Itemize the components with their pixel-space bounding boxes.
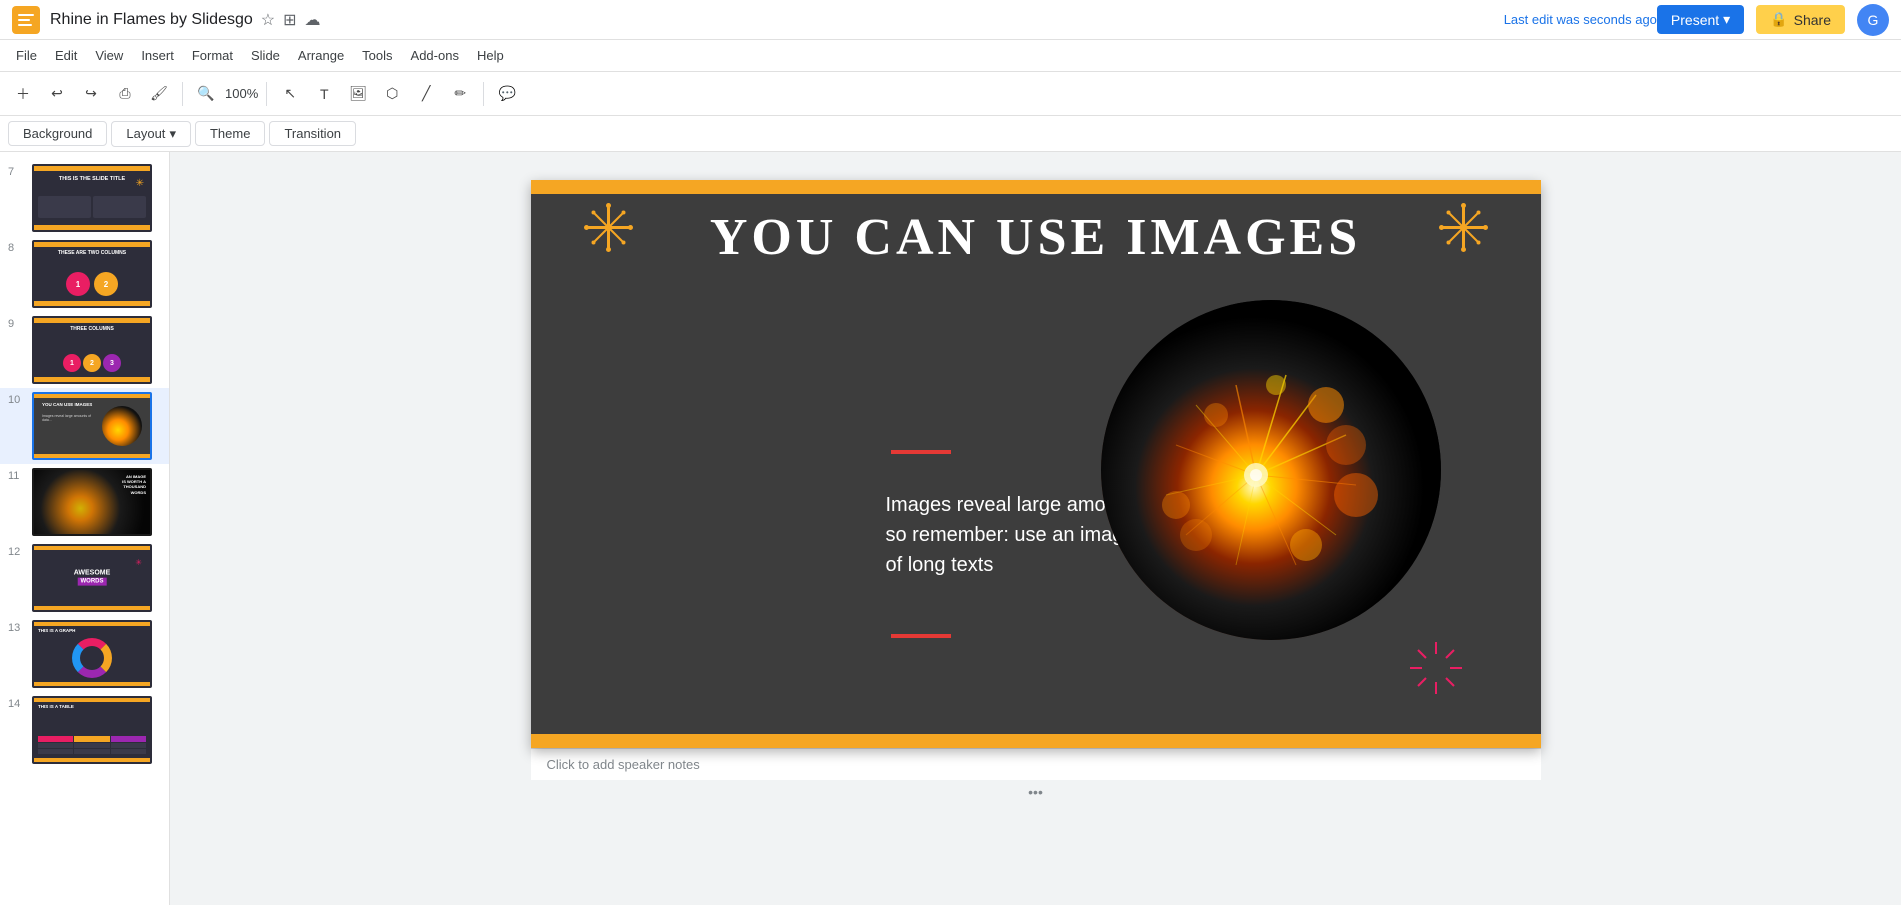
slide-thumb-8: THESE ARE TWO COLUMNS 1 2 xyxy=(32,240,152,308)
slide-number-11: 11 xyxy=(8,468,24,482)
slide-item-9[interactable]: 9 THREE COLUMNS 1 2 3 xyxy=(0,312,169,388)
image-button[interactable]: 🖼 xyxy=(343,79,373,109)
divider-2 xyxy=(266,82,267,106)
lock-icon: 🔒 xyxy=(1770,11,1787,28)
background-button[interactable]: Background xyxy=(8,121,107,146)
print-button[interactable]: ⎙ xyxy=(110,79,140,109)
slide-thumb-14: THIS IS A TABLE xyxy=(32,696,152,764)
speaker-notes-text: Click to add speaker notes xyxy=(547,757,700,772)
slide-number-12: 12 xyxy=(8,544,24,558)
layout-button[interactable]: Layout ▾ xyxy=(111,121,191,147)
avatar[interactable]: G xyxy=(1857,4,1889,36)
slide-number-8: 8 xyxy=(8,240,24,254)
divider-3 xyxy=(483,82,484,106)
red-line-top xyxy=(891,450,951,454)
zoom-out-button[interactable]: 🔍 xyxy=(191,79,221,109)
undo-button[interactable]: ↩ xyxy=(42,79,72,109)
gold-bar-bottom xyxy=(531,734,1541,748)
menu-insert[interactable]: Insert xyxy=(133,44,182,67)
add-button[interactable]: ＋ xyxy=(8,79,38,109)
slide-number-10: 10 xyxy=(8,392,24,406)
menu-help[interactable]: Help xyxy=(469,44,512,67)
slide-thumb-9: THREE COLUMNS 1 2 3 xyxy=(32,316,152,384)
firework-bottomright-icon xyxy=(1401,633,1471,708)
transition-button[interactable]: Transition xyxy=(269,121,356,146)
slide-item-14[interactable]: 14 THIS IS A TABLE xyxy=(0,692,169,768)
slide-item-7[interactable]: 7 THIS IS THE SLIDE TITLE ✳ xyxy=(0,160,169,236)
cloud-icon[interactable]: ☁ xyxy=(305,10,321,30)
chevron-down-icon: ▾ xyxy=(169,126,176,142)
slide-thumb-7: THIS IS THE SLIDE TITLE ✳ xyxy=(32,164,152,232)
slide-item-10[interactable]: 10 YOU CAN USE IMAGES Images reveal larg… xyxy=(0,388,169,464)
slide-thumb-10: YOU CAN USE IMAGES Images reveal large a… xyxy=(32,392,152,460)
menu-addons[interactable]: Add-ons xyxy=(403,44,467,67)
slide-thumb-13: THIS IS A GRAPH xyxy=(32,620,152,688)
slide-item-13[interactable]: 13 THIS IS A GRAPH xyxy=(0,616,169,692)
editor-area: YOU CAN USE IMAGES xyxy=(170,152,1901,905)
chevron-down-icon: ▾ xyxy=(1723,11,1730,28)
slide-thumb-11: AN IMAGEIS WORTH ATHOUSANDWORDS xyxy=(32,468,152,536)
lines-button[interactable]: ╱ xyxy=(411,79,441,109)
slide-number-7: 7 xyxy=(8,164,24,178)
main-area: 7 THIS IS THE SLIDE TITLE ✳ 8 xyxy=(0,152,1901,905)
theme-button[interactable]: Theme xyxy=(195,121,265,146)
menu-slide[interactable]: Slide xyxy=(243,44,288,67)
text-box-button[interactable]: T xyxy=(309,79,339,109)
redo-button[interactable]: ↪ xyxy=(76,79,106,109)
shapes-button[interactable]: ⬡ xyxy=(377,79,407,109)
pagination-dots: ••• xyxy=(1028,784,1043,800)
slide-title[interactable]: YOU CAN USE IMAGES xyxy=(531,208,1541,267)
star-icon[interactable]: ☆ xyxy=(261,10,275,30)
title-bar: Rhine in Flames by Slidesgo ☆ ⊞ ☁ Last e… xyxy=(0,0,1901,40)
menu-view[interactable]: View xyxy=(87,44,131,67)
menu-edit[interactable]: Edit xyxy=(47,44,85,67)
slide-number-14: 14 xyxy=(8,696,24,710)
format-bar: Background Layout ▾ Theme Transition xyxy=(0,116,1901,152)
slide-item-8[interactable]: 8 THESE ARE TWO COLUMNS 1 2 xyxy=(0,236,169,312)
slide-item-12[interactable]: 12 AWESOMEWORDS ✳ xyxy=(0,540,169,616)
menu-arrange[interactable]: Arrange xyxy=(290,44,352,67)
slide-panel: 7 THIS IS THE SLIDE TITLE ✳ 8 xyxy=(0,152,170,905)
gold-bar-top xyxy=(531,180,1541,194)
folder-icon[interactable]: ⊞ xyxy=(283,10,296,30)
slide-thumb-12: AWESOMEWORDS ✳ xyxy=(32,544,152,612)
star-left-icon xyxy=(581,200,636,262)
present-button[interactable]: Present ▾ xyxy=(1657,5,1744,34)
share-button[interactable]: 🔒 Share xyxy=(1756,5,1845,34)
paint-format-button[interactable]: 🖌 xyxy=(144,79,174,109)
menu-file[interactable]: File xyxy=(8,44,45,67)
speaker-notes-bar[interactable]: Click to add speaker notes xyxy=(531,748,1541,780)
title-icons: ☆ ⊞ ☁ xyxy=(261,10,321,30)
title-right: Present ▾ 🔒 Share G xyxy=(1657,4,1889,36)
star-right-icon xyxy=(1436,200,1491,262)
cursor-button[interactable]: ↖ xyxy=(275,79,305,109)
menu-format[interactable]: Format xyxy=(184,44,241,67)
menu-tools[interactable]: Tools xyxy=(354,44,400,67)
app-title: Rhine in Flames by Slidesgo xyxy=(50,11,253,29)
last-edit-link[interactable]: Last edit was seconds ago xyxy=(1504,12,1657,27)
slide-canvas[interactable]: YOU CAN USE IMAGES xyxy=(531,180,1541,748)
divider-1 xyxy=(182,82,183,106)
slide-item-11[interactable]: 11 AN IMAGEIS WORTH ATHOUSANDWORDS xyxy=(0,464,169,540)
toolbar: ＋ ↩ ↪ ⎙ 🖌 🔍 100% ↖ T 🖼 ⬡ ╱ ✏ 💬 xyxy=(0,72,1901,116)
zoom-label: 100% xyxy=(225,86,258,101)
app-logo xyxy=(12,6,40,34)
sparkler-image[interactable] xyxy=(1101,300,1441,640)
slide-number-9: 9 xyxy=(8,316,24,330)
slide-number-13: 13 xyxy=(8,620,24,634)
red-line-bottom xyxy=(891,634,951,638)
scribble-button[interactable]: ✏ xyxy=(445,79,475,109)
comment-button[interactable]: 💬 xyxy=(492,79,522,109)
menu-bar: File Edit View Insert Format Slide Arran… xyxy=(0,40,1901,72)
